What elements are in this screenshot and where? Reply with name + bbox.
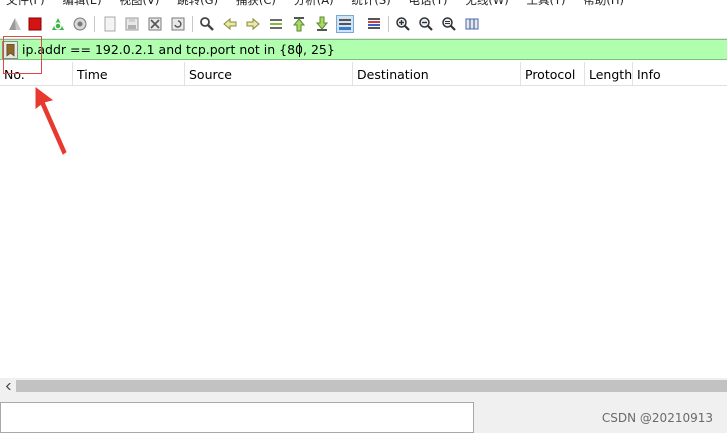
zoom-out-icon[interactable]: [417, 15, 435, 33]
first-packet-icon[interactable]: [290, 15, 308, 33]
packet-details-pane[interactable]: [0, 402, 474, 433]
menu-help[interactable]: 帮助(H): [583, 0, 624, 8]
go-back-icon[interactable]: [221, 15, 239, 33]
menu-view[interactable]: 视图(V): [120, 0, 160, 8]
bottom-panes: CSDN @20210913: [0, 394, 727, 433]
text-cursor: [299, 43, 300, 57]
scroll-left-arrow-icon[interactable]: [0, 378, 16, 394]
close-file-icon[interactable]: [146, 15, 164, 33]
resize-columns-icon[interactable]: [463, 15, 481, 33]
filter-bookmark-button[interactable]: [2, 41, 18, 59]
autoscroll-icon[interactable]: [336, 15, 354, 33]
stop-capture-icon[interactable]: [26, 15, 44, 33]
menu-analyze[interactable]: 分析(A): [294, 0, 334, 8]
last-packet-icon[interactable]: [313, 15, 331, 33]
display-filter-input[interactable]: [20, 40, 720, 59]
menu-file[interactable]: 文件(F): [6, 0, 45, 8]
shark-fin-start-icon[interactable]: [6, 15, 24, 33]
go-to-packet-icon[interactable]: [267, 15, 285, 33]
watermark-text: CSDN @20210913: [601, 411, 713, 425]
open-file-icon[interactable]: [101, 15, 119, 33]
zoom-in-icon[interactable]: [394, 15, 412, 33]
packet-list-horizontal-scrollbar[interactable]: [0, 378, 727, 394]
column-header-no[interactable]: No.: [0, 62, 73, 86]
bookmark-icon: [6, 43, 14, 57]
go-forward-icon[interactable]: [244, 15, 262, 33]
column-header-protocol[interactable]: Protocol: [521, 62, 585, 86]
column-header-destination[interactable]: Destination: [353, 62, 521, 86]
display-filter-bar: [0, 39, 727, 60]
column-header-source[interactable]: Source: [185, 62, 353, 86]
wireshark-window: 文件(F) 编辑(E) 视图(V) 跳转(G) 捕获(C) 分析(A) 统计(S…: [0, 0, 727, 433]
scrollbar-thumb[interactable]: [16, 380, 727, 392]
packet-list-body[interactable]: [0, 86, 727, 378]
menu-statistics[interactable]: 统计(S): [351, 0, 390, 8]
packet-list-header: No. Time Source Destination Protocol Len…: [0, 62, 727, 86]
menu-go[interactable]: 跳转(G): [177, 0, 218, 8]
menu-bar: 文件(F) 编辑(E) 视图(V) 跳转(G) 捕获(C) 分析(A) 统计(S…: [0, 0, 727, 8]
column-header-time[interactable]: Time: [73, 62, 185, 86]
menu-tools[interactable]: 工具(T): [527, 0, 566, 8]
menu-edit[interactable]: 编辑(E): [62, 0, 101, 8]
menu-capture[interactable]: 捕获(C): [236, 0, 276, 8]
capture-options-icon[interactable]: [71, 15, 89, 33]
menu-telephony[interactable]: 电话(Y): [409, 0, 448, 8]
zoom-normal-icon[interactable]: [440, 15, 458, 33]
restart-capture-icon[interactable]: [49, 15, 67, 33]
column-header-length[interactable]: Length: [585, 62, 633, 86]
colorize-icon[interactable]: [365, 15, 383, 33]
save-file-icon[interactable]: [123, 15, 141, 33]
menu-wireless[interactable]: 无线(W): [465, 0, 508, 8]
find-packet-icon[interactable]: [198, 15, 216, 33]
reload-file-icon[interactable]: [169, 15, 187, 33]
main-toolbar: [0, 9, 727, 39]
column-header-info[interactable]: Info: [633, 62, 727, 86]
